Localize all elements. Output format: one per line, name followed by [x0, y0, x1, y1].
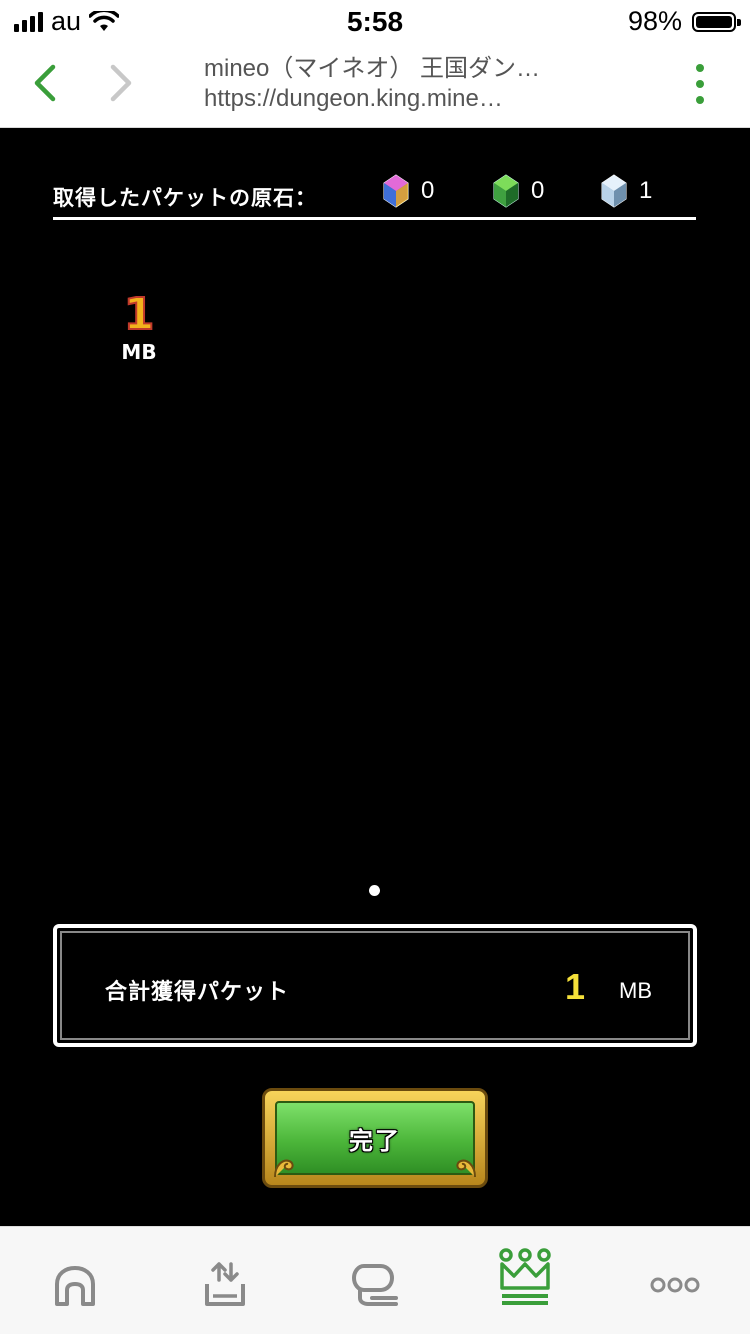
- total-label: 合計獲得パケット: [105, 980, 290, 1005]
- tab-chat[interactable]: [345, 1255, 405, 1315]
- home-icon: [55, 1266, 95, 1306]
- battery-icon: [692, 11, 741, 32]
- status-bar: au 5:58 98%: [0, 0, 750, 40]
- crown-icon: [499, 1248, 551, 1305]
- back-button[interactable]: [24, 58, 64, 108]
- tab-king[interactable]: [495, 1247, 555, 1307]
- chevron-right-icon: [110, 64, 132, 102]
- chat-icon: [351, 1264, 398, 1306]
- total-packet-panel: 合計獲得パケット 1 MB: [53, 924, 697, 1047]
- tab-home[interactable]: [45, 1255, 105, 1315]
- packet-item-value: 1: [123, 289, 156, 340]
- total-value: 1: [565, 966, 586, 1007]
- page-title: mineo（マイネオ） 王国ダン…: [204, 55, 541, 82]
- gem-ice-count: 1: [639, 177, 653, 204]
- packet-item: 1 MB: [116, 289, 162, 365]
- green-gem-icon: [493, 174, 519, 208]
- battery-percent: 98%: [627, 6, 682, 36]
- gem-purple: 0: [383, 174, 434, 208]
- browser-header: mineo（マイネオ） 王国ダン… https://dungeon.king.m…: [0, 40, 750, 128]
- page-indicator: [369, 885, 380, 896]
- gem-ice: 1: [601, 174, 652, 208]
- share-upload-icon: [205, 1262, 245, 1306]
- gem-purple-count: 0: [421, 177, 435, 204]
- chevron-left-icon: [34, 64, 56, 102]
- tab-more[interactable]: [645, 1255, 705, 1315]
- gem-green-count: 0: [531, 177, 545, 204]
- total-unit: MB: [619, 978, 652, 1003]
- more-icon: [650, 1277, 700, 1293]
- purple-gem-icon: [383, 174, 409, 208]
- more-menu-button[interactable]: [690, 64, 710, 104]
- address-bar[interactable]: mineo（マイネオ） 王国ダン… https://dungeon.king.m…: [204, 54, 624, 114]
- tab-share[interactable]: [195, 1255, 255, 1315]
- status-right: 98%: [627, 6, 741, 37]
- bottom-tab-bar: [0, 1226, 750, 1334]
- gem-green: 0: [493, 174, 544, 208]
- done-button-label: 完了: [349, 1126, 401, 1155]
- ice-gem-icon: [601, 174, 627, 208]
- gems-summary: 取得したパケットの原石： 0 0 1: [53, 172, 696, 220]
- ornament-icon: [274, 1159, 294, 1178]
- gems-label: 取得したパケットの原石：: [53, 186, 317, 210]
- page-url: https://dungeon.king.mine…: [204, 85, 503, 112]
- forward-button[interactable]: [102, 58, 142, 108]
- done-button-face: 完了: [275, 1101, 475, 1175]
- done-button[interactable]: 完了: [262, 1088, 488, 1188]
- ornament-icon: [456, 1159, 476, 1178]
- packet-item-unit: MB: [121, 340, 157, 364]
